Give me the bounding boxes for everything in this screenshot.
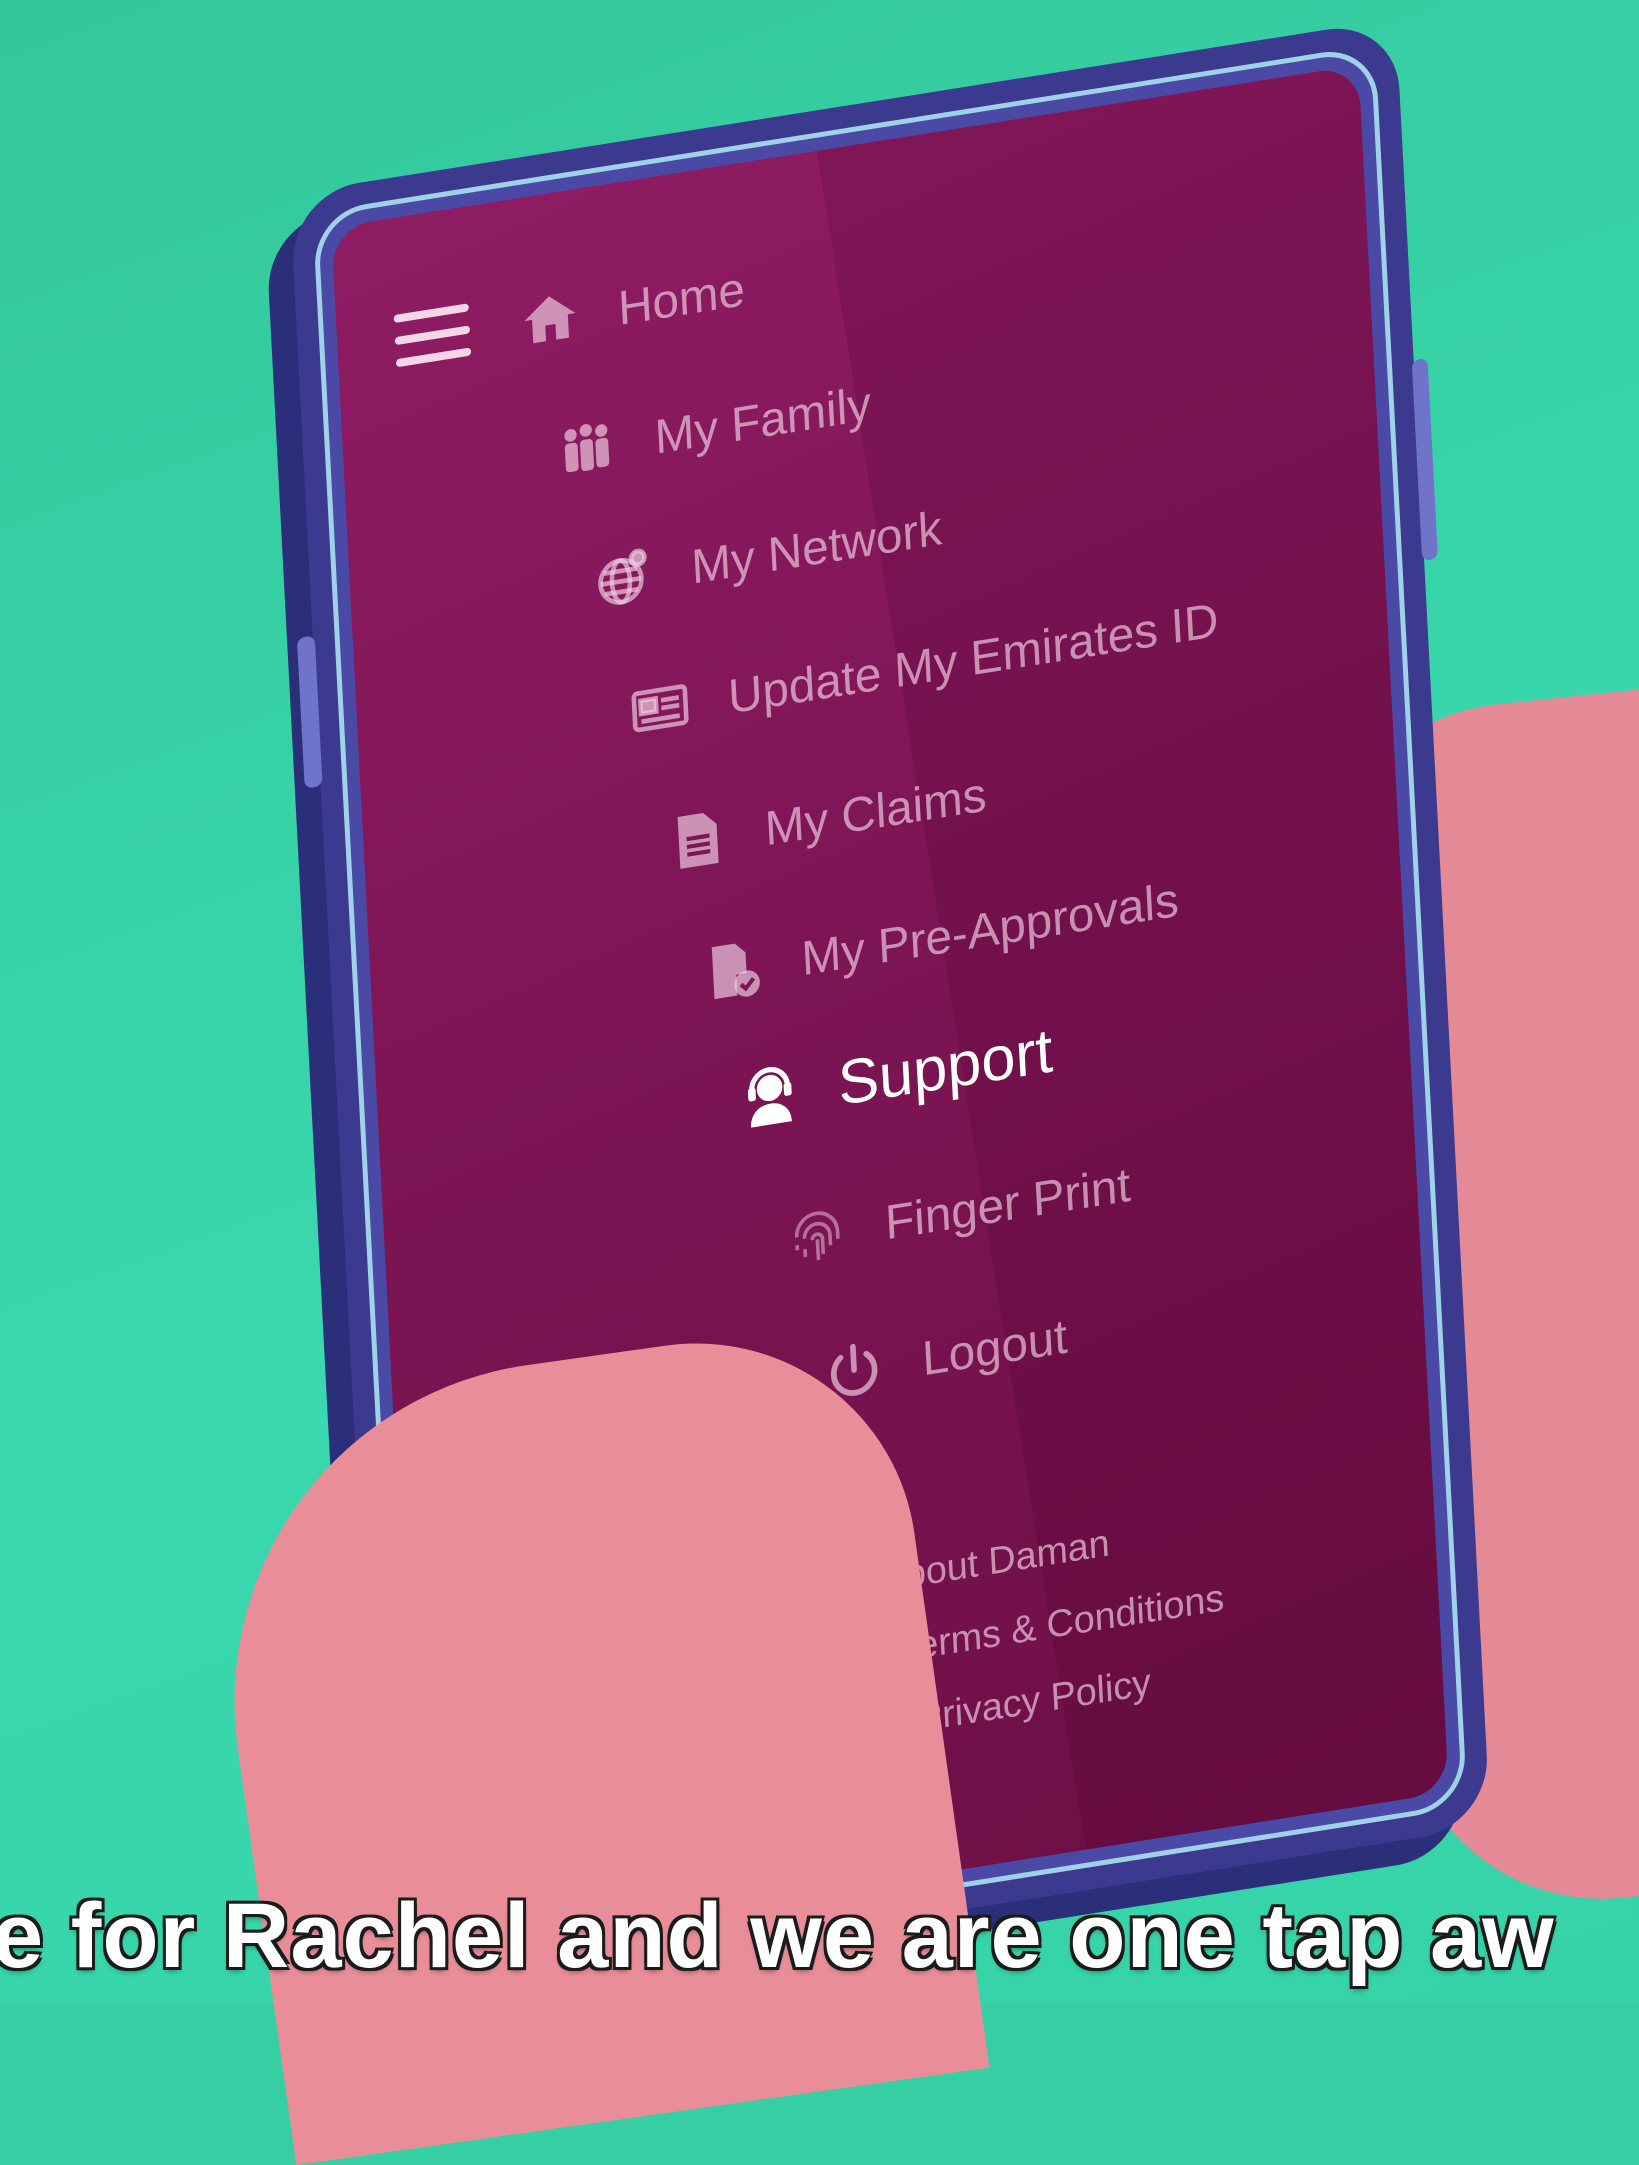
caption-text: e for Rachel and we are one tap aw bbox=[0, 1885, 1555, 1987]
document-icon bbox=[661, 805, 733, 876]
menu-item-label: Support bbox=[836, 1015, 1055, 1120]
menu-item-label: Home bbox=[616, 262, 747, 336]
menu-item-label: Update My Emirates ID bbox=[726, 593, 1220, 725]
menu-item-label: Logout bbox=[920, 1309, 1069, 1386]
globe-icon bbox=[587, 543, 659, 614]
menu-item-my-network[interactable]: My Network bbox=[587, 498, 943, 614]
menu-item-home[interactable]: Home bbox=[514, 259, 746, 356]
hamburger-menu-icon[interactable] bbox=[393, 303, 472, 371]
menu-item-support[interactable]: Support bbox=[734, 1015, 1055, 1137]
approved-document-icon bbox=[697, 934, 769, 1005]
support-agent-icon bbox=[734, 1060, 806, 1131]
menu-item-logout[interactable]: Logout bbox=[818, 1306, 1069, 1405]
video-caption: e for Rachel and we are one tap aw bbox=[0, 1880, 1639, 2003]
privacy-policy-link[interactable]: Privacy Policy bbox=[916, 1661, 1152, 1741]
menu-item-label: My Pre-Approvals bbox=[800, 872, 1180, 986]
side-button-left bbox=[296, 635, 323, 789]
side-button-right bbox=[1411, 357, 1438, 562]
menu-item-my-family[interactable]: My Family bbox=[551, 373, 873, 484]
menu-item-my-pre-approvals[interactable]: My Pre-Approvals bbox=[697, 869, 1180, 1005]
menu-item-my-claims[interactable]: My Claims bbox=[661, 764, 988, 876]
fingerprint-icon bbox=[781, 1199, 853, 1270]
menu-item-label: My Claims bbox=[763, 767, 988, 856]
menu-item-label: Finger Print bbox=[883, 1157, 1132, 1250]
menu-item-label: My Network bbox=[690, 501, 944, 595]
menu-item-finger-print[interactable]: Finger Print bbox=[781, 1154, 1132, 1269]
menu-item-label: My Family bbox=[653, 376, 873, 465]
family-icon bbox=[551, 413, 623, 484]
home-icon bbox=[514, 284, 586, 355]
id-card-icon bbox=[624, 673, 696, 744]
menu-item-update-emirates-id[interactable]: Update My Emirates ID bbox=[624, 590, 1220, 744]
